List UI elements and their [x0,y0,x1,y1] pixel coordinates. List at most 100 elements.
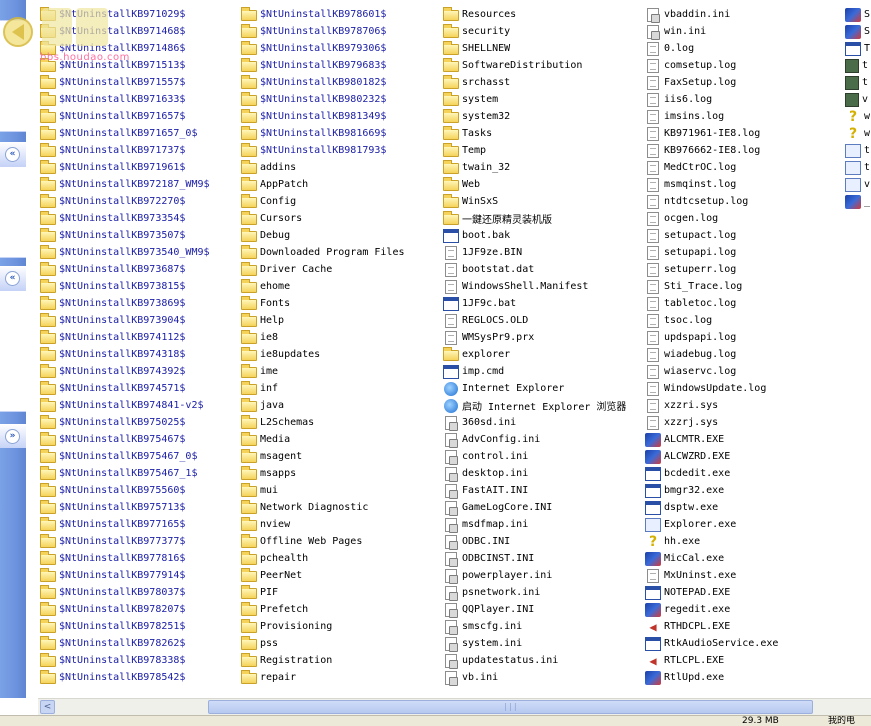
folder-item[interactable]: $NtUninstallKB979683$ [241,57,386,74]
file-item[interactable]: _ [845,193,870,210]
file-item[interactable]: FastAIT.INI [443,482,528,499]
folder-item[interactable]: system32 [443,108,510,125]
folder-item[interactable]: Debug [241,227,290,244]
folder-item[interactable]: $NtUninstallKB980182$ [241,74,386,91]
file-item[interactable]: RtkAudioService.exe [645,635,778,652]
folder-item[interactable]: PIF [241,584,278,601]
file-item[interactable]: bmgr32.exe [645,482,724,499]
folder-item[interactable]: $NtUninstallKB975467$ [40,431,185,448]
folder-item[interactable]: SHELLNEW [443,40,510,57]
folder-item[interactable]: Offline Web Pages [241,533,362,550]
folder-item[interactable]: $NtUninstallKB977816$ [40,550,185,567]
folder-item[interactable]: $NtUninstallKB978338$ [40,652,185,669]
folder-item[interactable]: $NtUninstallKB975560$ [40,482,185,499]
file-item[interactable]: updspapi.log [645,329,736,346]
file-item[interactable]: AdvConfig.ini [443,431,540,448]
folder-item[interactable]: Driver Cache [241,261,332,278]
file-item[interactable]: S [845,6,870,23]
folder-item[interactable]: $NtUninstallKB979306$ [241,40,386,57]
folder-item[interactable]: $NtUninstallKB973687$ [40,261,185,278]
folder-item[interactable]: Resources [443,6,516,23]
file-item[interactable]: MicCal.exe [645,550,724,567]
file-item[interactable]: control.ini [443,448,528,465]
folder-item[interactable]: $NtUninstallKB972187_WM9$ [40,176,210,193]
file-item[interactable]: psnetwork.ini [443,584,540,601]
folder-item[interactable]: $NtUninstallKB971657_0$ [40,125,197,142]
file-item[interactable]: ALCWZRD.EXE [645,448,730,465]
file-item[interactable]: ntdtcsetup.log [645,193,748,210]
folder-item[interactable]: $NtUninstallKB975467_0$ [40,448,197,465]
folder-item[interactable]: $NtUninstallKB974571$ [40,380,185,397]
file-item[interactable]: bcdedit.exe [645,465,730,482]
folder-item[interactable]: explorer [443,346,510,363]
folder-item[interactable]: $NtUninstallKB973815$ [40,278,185,295]
file-item[interactable]: ? hh.exe [645,533,700,550]
file-item[interactable]: smscfg.ini [443,618,522,635]
file-item[interactable]: ◀ RTLCPL.EXE [645,652,724,669]
folder-item[interactable]: SoftwareDistribution [443,57,582,74]
folder-item[interactable]: $NtUninstallKB975713$ [40,499,185,516]
file-item[interactable]: Sti_Trace.log [645,278,742,295]
folder-item[interactable]: $NtUninstallKB978207$ [40,601,185,618]
folder-item[interactable]: Provisioning [241,618,332,635]
file-item[interactable]: imsins.log [645,108,724,125]
file-item[interactable]: vbaddin.ini [645,6,730,23]
folder-item[interactable]: AppPatch [241,176,308,193]
file-item[interactable]: msmqinst.log [645,176,736,193]
folder-item[interactable]: $NtUninstallKB973869$ [40,295,185,312]
file-item[interactable]: WMSysPr9.prx [443,329,534,346]
folder-item[interactable]: $NtUninstallKB971737$ [40,142,185,159]
folder-item[interactable]: repair [241,669,296,686]
file-item[interactable]: Explorer.exe [645,516,736,533]
folder-item[interactable]: PeerNet [241,567,302,584]
file-item[interactable]: 0.log [645,40,694,57]
file-item[interactable]: t [845,57,868,74]
folder-item[interactable]: ehome [241,278,290,295]
folder-item[interactable]: $NtUninstallKB977165$ [40,516,185,533]
folder-item[interactable]: Network Diagnostic [241,499,368,516]
folder-item[interactable]: srchasst [443,74,510,91]
folder-item[interactable]: $NtUninstallKB972270$ [40,193,185,210]
folder-item[interactable]: inf [241,380,278,397]
file-item[interactable]: t [845,159,870,176]
file-item[interactable]: ? w [845,125,870,142]
file-item[interactable]: tsoc.log [645,312,712,329]
task-pane-header[interactable]: « [0,142,26,166]
file-item[interactable]: system.ini [443,635,522,652]
folder-item[interactable]: $NtUninstallKB981669$ [241,125,386,142]
file-item[interactable]: 360sd.ini [443,414,516,431]
file-item[interactable]: iis6.log [645,91,712,108]
file-item[interactable]: T [845,40,870,57]
folder-item[interactable]: 一鍵还原精灵装机版 [443,210,552,227]
file-item[interactable]: FaxSetup.log [645,74,736,91]
folder-item[interactable]: $NtUninstallKB973540_WM9$ [40,244,210,261]
file-item[interactable]: Internet Explorer [443,380,564,397]
task-pane-header[interactable]: « [0,266,26,290]
file-item[interactable]: t [845,142,870,159]
file-item[interactable]: v [845,91,868,108]
folder-item[interactable]: $NtUninstallKB981793$ [241,142,386,159]
file-item[interactable]: S [845,23,870,40]
folder-item[interactable]: security [443,23,510,40]
folder-item[interactable]: $NtUninstallKB978706$ [241,23,386,40]
folder-item[interactable]: $NtUninstallKB978601$ [241,6,386,23]
file-item[interactable]: wiaservc.log [645,363,736,380]
file-item[interactable]: WindowsShell.Manifest [443,278,588,295]
folder-item[interactable]: Cursors [241,210,302,227]
collapse-button[interactable]: « [5,147,20,162]
file-item[interactable]: WindowsUpdate.log [645,380,766,397]
file-item[interactable]: t [845,74,868,91]
file-item[interactable]: KB976662-IE8.log [645,142,760,159]
folder-item[interactable]: msapps [241,465,296,482]
folder-item[interactable]: Fonts [241,295,290,312]
file-item[interactable]: bootstat.dat [443,261,534,278]
folder-item[interactable]: java [241,397,284,414]
folder-item[interactable]: $NtUninstallKB974841-v2$ [40,397,204,414]
folder-item[interactable]: Registration [241,652,332,669]
file-item[interactable]: ODBC.INI [443,533,510,550]
horizontal-scrollbar[interactable]: < ||| [38,698,871,715]
file-item[interactable]: setupapi.log [645,244,736,261]
file-item[interactable]: ◀ RTHDCPL.EXE [645,618,730,635]
file-item[interactable]: xzzri.sys [645,397,718,414]
folder-item[interactable]: $NtUninstallKB978251$ [40,618,185,635]
